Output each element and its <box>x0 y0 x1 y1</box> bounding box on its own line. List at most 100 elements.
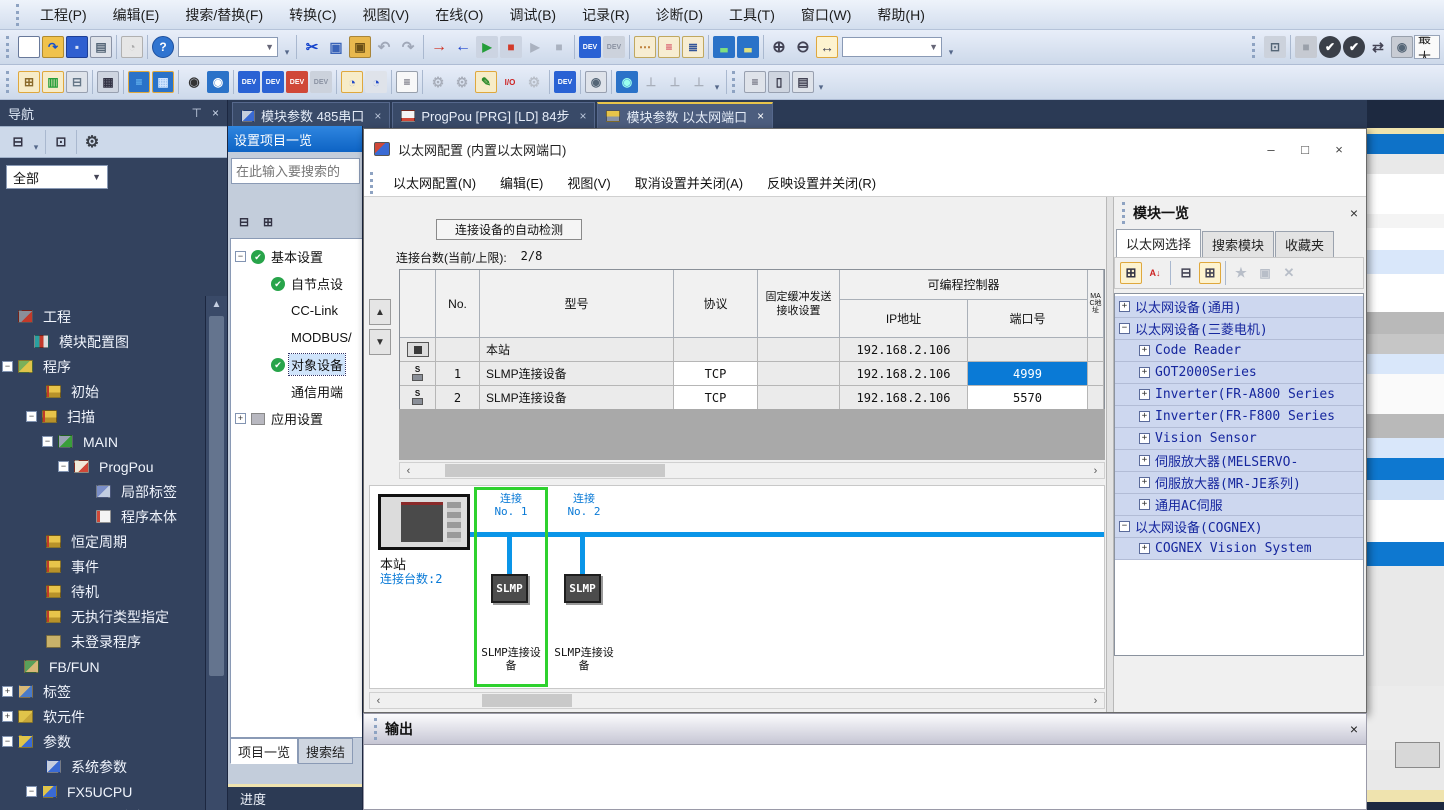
undo-icon[interactable]: ↶ <box>373 36 395 58</box>
cell-mac-address[interactable] <box>1088 362 1104 386</box>
nav-settings-gear-icon[interactable]: ⚙ <box>81 131 103 153</box>
program-editor-icon[interactable]: ≡ <box>128 71 150 93</box>
read-from-plc-icon[interactable]: ← <box>452 36 474 58</box>
tab-progpou[interactable]: ProgPou [PRG] [LD] 84步× <box>392 102 595 128</box>
panel-splitter[interactable] <box>1106 197 1114 712</box>
menu-tool[interactable]: 工具(T) <box>716 0 788 30</box>
expand-icon[interactable]: + <box>2 686 13 697</box>
conn-row-1[interactable]: S1SLMP连接设备TCP192.168.2.1064999 <box>400 362 1104 386</box>
inactive-square-icon[interactable]: ■ <box>1295 36 1317 58</box>
find-in-screen-icon[interactable]: ◉ <box>207 71 229 93</box>
expand-icon[interactable]: + <box>1139 433 1150 444</box>
cell-protocol[interactable] <box>674 338 758 362</box>
set-own-node[interactable]: ✔自节点设 <box>231 270 362 297</box>
scroll-up-icon[interactable]: ▲ <box>206 296 227 310</box>
conn-row-host[interactable]: 本站192.168.2.106 <box>400 338 1104 362</box>
expand-icon[interactable]: + <box>1139 455 1150 466</box>
open-project-icon[interactable]: ↷ <box>42 36 64 58</box>
cut-icon[interactable]: ✂ <box>301 36 323 58</box>
options2-icon[interactable]: ⚙ <box>451 71 473 93</box>
nav-main[interactable]: −MAIN <box>0 429 205 454</box>
io-check-icon[interactable]: I/O <box>499 71 521 93</box>
settings-collapse-icon[interactable]: ⊟ <box>233 211 255 233</box>
menu-find-replace[interactable]: 搜索/替换(F) <box>172 0 276 30</box>
scroll-right-icon[interactable]: › <box>1087 463 1104 478</box>
nav-module-config-diagram[interactable]: 模块配置图 <box>0 329 205 354</box>
plc-transfer-icon[interactable]: ⇄ <box>1367 36 1389 58</box>
expand-all-icon[interactable]: ⊞ <box>1199 262 1221 284</box>
cell-port-number[interactable]: 5570 <box>968 386 1088 410</box>
mod-servo-mrje[interactable]: +伺服放大器(MR-JE系列) <box>1115 472 1363 494</box>
check-program-icon[interactable]: ✔ <box>1319 36 1341 58</box>
cross-reference-icon[interactable]: ▤ <box>792 71 814 93</box>
set-basic[interactable]: −✔基本设置 <box>231 243 362 270</box>
monitor-stop-icon[interactable]: ■ <box>548 36 570 58</box>
collapse-icon[interactable]: − <box>2 361 13 372</box>
nav-device[interactable]: +软元件 <box>0 704 205 729</box>
expand-icon[interactable]: + <box>1139 345 1150 356</box>
monitor-start-icon[interactable]: ▶ <box>524 36 546 58</box>
favorite-star-icon[interactable]: ★ <box>1230 262 1252 284</box>
dlg-menu-edit[interactable]: 编辑(E) <box>488 173 555 192</box>
expand-icon[interactable]: + <box>235 413 246 424</box>
mod-general-ac-servo[interactable]: +通用AC伺服 <box>1115 494 1363 516</box>
cell-fixed-buffer[interactable] <box>758 386 840 410</box>
sort-az-icon[interactable]: A↓ <box>1144 262 1166 284</box>
device-comment-icon[interactable]: ≡ <box>658 36 680 58</box>
close-icon[interactable]: × <box>1322 136 1356 162</box>
device-search-icon[interactable]: ◉ <box>585 71 607 93</box>
io-assignment-icon[interactable]: ⊟ <box>66 71 88 93</box>
paste-icon[interactable]: ▣ <box>349 36 371 58</box>
ladder-screen-icon[interactable]: ▃ <box>713 36 735 58</box>
navigation-filter-combo[interactable]: 全部 ▼ <box>6 165 108 189</box>
cell-ip-address[interactable]: 192.168.2.106 <box>840 338 968 362</box>
toolbar-search-combo[interactable]: ▼ <box>178 37 278 57</box>
dlg-menu-ethernet-config[interactable]: 以太网配置(N) <box>381 173 488 192</box>
dialog-title-bar[interactable]: 以太网配置 (内置以太网端口) – □ × <box>364 129 1366 169</box>
write-to-plc-icon[interactable]: → <box>428 36 450 58</box>
history-icon[interactable]: ◔ <box>121 36 143 58</box>
nav-scan[interactable]: −扫描 <box>0 404 205 429</box>
scrollbar-thumb[interactable] <box>445 464 665 477</box>
mod-inverter-f800[interactable]: +Inverter(FR-F800 Series <box>1115 406 1363 428</box>
set-tab-search-result[interactable]: 搜索结 <box>298 738 353 764</box>
tab-module-param-485[interactable]: 模块参数 485串口× <box>232 102 390 128</box>
nav-unregistered-program[interactable]: 未登录程序 <box>0 629 205 654</box>
cell-fixed-buffer[interactable] <box>758 338 840 362</box>
nav-project[interactable]: 工程 <box>0 304 205 329</box>
nav-standby[interactable]: 待机 <box>0 579 205 604</box>
toolbar-overflow-2[interactable]: ▾ <box>945 36 957 58</box>
cell-mac-address[interactable] <box>1088 338 1104 362</box>
navigation-window-icon[interactable]: ⊞ <box>18 71 40 93</box>
collapse-icon[interactable]: − <box>1119 521 1130 532</box>
device-batch4-icon[interactable]: DEV <box>310 71 332 93</box>
tool-disabled-icon[interactable]: ⚙ <box>523 71 545 93</box>
set-tab-item-list[interactable]: 项目一览 <box>230 738 298 764</box>
collapse-icon[interactable]: − <box>26 786 37 797</box>
dlg-menu-cancel-close[interactable]: 取消设置并关闭(A) <box>623 173 755 192</box>
dev-monitor-icon[interactable]: DEV <box>554 71 576 93</box>
collapse-icon[interactable]: − <box>2 736 13 747</box>
cell-protocol[interactable]: TCP <box>674 386 758 410</box>
link-disabled2-icon[interactable]: ⊥ <box>664 71 686 93</box>
statement-icon[interactable]: ≣ <box>682 36 704 58</box>
set-modbus[interactable]: MODBUS/ <box>231 324 362 351</box>
connection-destination-icon[interactable]: ▥ <box>42 71 64 93</box>
menu-diagnostics[interactable]: 诊断(D) <box>643 0 716 30</box>
set-application[interactable]: +应用设置 <box>231 405 362 432</box>
auto-detect-button[interactable]: 连接设备的自动检测 <box>436 219 582 240</box>
menu-project[interactable]: 工程(P) <box>27 0 100 30</box>
nav-tree-overflow[interactable]: ▾ <box>30 131 42 153</box>
nav-parameter[interactable]: −参数 <box>0 729 205 754</box>
nav-initial[interactable]: 初始 <box>0 379 205 404</box>
zoom-in-icon[interactable]: ⊕ <box>768 36 790 58</box>
toolbar-grip[interactable] <box>732 71 738 93</box>
comment-icon[interactable]: ⋯ <box>634 36 656 58</box>
snapshot-icon[interactable]: ◉ <box>1391 36 1413 58</box>
maximize-icon[interactable]: □ <box>1288 136 1322 162</box>
mod-ethernet-general[interactable]: +以太网设备(通用) <box>1115 296 1363 318</box>
expand-icon[interactable]: + <box>1139 367 1150 378</box>
collapse-icon[interactable]: − <box>58 461 69 472</box>
scroll-right-icon[interactable]: › <box>1087 693 1104 708</box>
toolbar-grip[interactable] <box>6 71 12 93</box>
